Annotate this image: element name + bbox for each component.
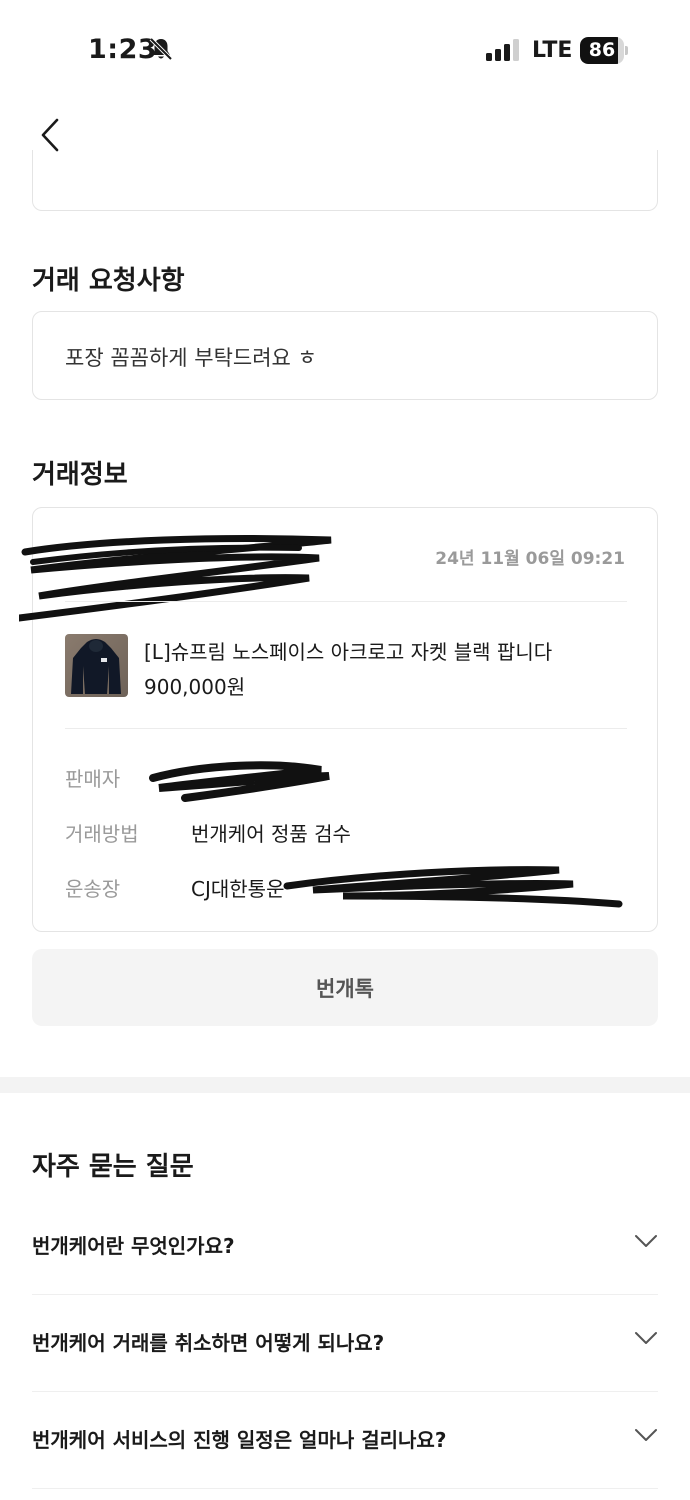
waybill-value[interactable]: CJ대한통운: [191, 873, 284, 902]
battery-level: 86: [588, 39, 616, 61]
trade-method-label: 거래방법: [65, 822, 139, 846]
product-title[interactable]: [L]슈프림 노스페이스 아크로고 자켓 블랙 팝니다: [144, 636, 552, 665]
battery-icon: 86: [580, 37, 628, 64]
faq-question: 번개케어란 무엇인가요?: [32, 1234, 235, 1258]
chevron-down-icon: [635, 1429, 657, 1441]
waybill-label: 운송장: [65, 877, 121, 901]
redaction-scribble: [283, 866, 623, 908]
redaction-scribble: [149, 761, 330, 802]
faq-item[interactable]: 번개케어 서비스의 진행 일정은 얼마나 걸리나요?: [32, 1392, 658, 1489]
product-thumbnail[interactable]: [65, 634, 128, 697]
product-price: 900,000원: [144, 675, 246, 699]
chevron-down-icon: [635, 1332, 657, 1344]
order-date: 24년 11월 06일 09:21: [435, 549, 625, 569]
faq-item[interactable]: 번개케어 거래를 취소하면 어떻게 되나요?: [32, 1295, 658, 1392]
faq-section-title: 자주 묻는 질문: [32, 1152, 194, 1182]
divider: [65, 728, 627, 729]
section-divider: [0, 1077, 690, 1093]
request-section-title: 거래 요청사항: [32, 266, 185, 296]
chevron-down-icon: [635, 1235, 657, 1247]
order-info-card: 24년 11월 06일 09:21 [L]슈프림 노스페이스 아크로고 자켓 블…: [19, 507, 658, 932]
redaction-scribble: [19, 535, 332, 622]
scrolled-card: [32, 150, 658, 211]
faq-question: 번개케어 서비스의 진행 일정은 얼마나 걸리나요?: [32, 1428, 447, 1452]
seller-label: 판매자: [65, 767, 121, 791]
chat-button[interactable]: 번개톡: [32, 949, 658, 1026]
network-label: LTE: [532, 38, 573, 63]
divider: [65, 601, 627, 602]
signal-icon: [486, 38, 522, 66]
info-section-title: 거래정보: [32, 460, 128, 490]
chevron-left-icon: [41, 118, 59, 152]
faq-question: 번개케어 거래를 취소하면 어떻게 되나요?: [32, 1331, 385, 1355]
status-bar: 1:23 LTE 86: [0, 0, 690, 100]
faq-item[interactable]: 번개케어란 무엇인가요?: [32, 1198, 658, 1295]
status-time: 1:23: [88, 34, 158, 65]
trade-method-value: 번개케어 정품 검수: [191, 822, 351, 846]
bell-slash-icon: [148, 36, 174, 66]
request-text: 포장 꼼꼼하게 부탁드려요 ㅎ: [65, 346, 317, 370]
request-box: 포장 꼼꼼하게 부탁드려요 ㅎ: [32, 311, 658, 400]
